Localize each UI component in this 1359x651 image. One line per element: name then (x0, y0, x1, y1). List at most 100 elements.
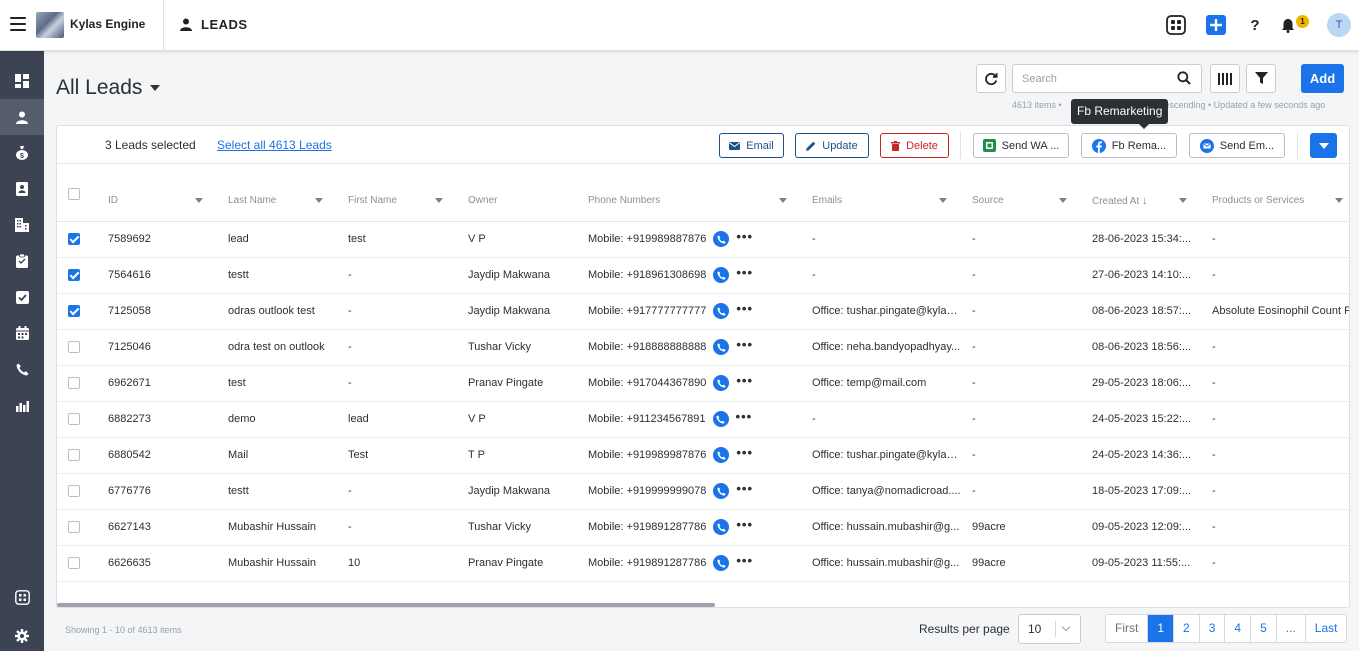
sidebar-item-calls[interactable] (0, 351, 44, 387)
call-icon[interactable] (713, 447, 730, 463)
select-all-link[interactable]: Select all 4613 Leads (217, 138, 332, 152)
table-row[interactable]: 7125058 odras outlook test - Jaydip Makwana… (57, 293, 1349, 330)
column-menu-icon[interactable] (435, 198, 443, 203)
table-row[interactable]: 7589692 lead test V P Mobile: +919989887876 •… (57, 221, 1349, 258)
row-checkbox[interactable] (68, 521, 80, 534)
apps-grid-icon[interactable] (1165, 14, 1187, 36)
sort-desc-icon[interactable]: ↓ (1142, 195, 1148, 207)
quick-add-icon[interactable] (1205, 14, 1227, 36)
call-icon[interactable] (713, 519, 730, 535)
more-options-icon[interactable]: ••• (736, 374, 753, 387)
call-icon[interactable] (713, 555, 730, 571)
column-header[interactable]: Source (961, 181, 1081, 222)
sidebar-item-checklist[interactable] (0, 279, 44, 315)
row-checkbox[interactable] (68, 377, 80, 390)
filter-button[interactable] (1246, 64, 1276, 93)
table-row[interactable]: 6626635 Mubashir Hussain 10 Pranav Pingate M… (57, 545, 1349, 582)
column-header[interactable]: Phone Numbers (577, 181, 801, 222)
column-header[interactable]: Emails (801, 181, 961, 222)
table-row[interactable]: 6962671 test - Pranav Pingate Mobile: +91704… (57, 365, 1349, 402)
fb-remarketing-button[interactable]: Fb Rema... (1081, 133, 1177, 158)
send-wa-button[interactable]: Send WA ... (973, 133, 1069, 158)
row-checkbox[interactable] (68, 413, 80, 426)
row-checkbox[interactable] (68, 305, 80, 318)
call-icon[interactable] (713, 267, 730, 283)
row-checkbox[interactable] (68, 449, 80, 462)
sidebar-item-deals[interactable]: $ (0, 135, 44, 171)
sidebar-item-contacts[interactable] (0, 171, 44, 207)
column-header[interactable]: Created At ↓ (1081, 181, 1201, 222)
row-checkbox[interactable] (68, 485, 80, 498)
call-icon[interactable] (713, 483, 730, 499)
more-options-icon[interactable]: ••• (736, 302, 753, 315)
column-menu-icon[interactable] (1059, 198, 1067, 203)
column-menu-icon[interactable] (1335, 198, 1343, 203)
delete-button[interactable]: Delete (880, 133, 949, 158)
sidebar-item-apps[interactable] (0, 579, 44, 615)
page-4[interactable]: 4 (1224, 615, 1250, 642)
user-avatar[interactable]: T (1327, 13, 1351, 37)
column-header[interactable]: ID (97, 181, 217, 222)
select-all-checkbox[interactable] (68, 187, 80, 200)
more-options-icon[interactable]: ••• (736, 410, 753, 423)
sidebar-item-leads[interactable] (0, 99, 44, 135)
column-menu-icon[interactable] (315, 198, 323, 203)
send-email-button[interactable]: Send Em... (1189, 133, 1285, 158)
email-button[interactable]: Email (719, 133, 784, 158)
sidebar-item-reports[interactable] (0, 387, 44, 423)
table-row[interactable]: 7125046 odra test on outlook - Tushar Vicky… (57, 329, 1349, 366)
more-actions-button[interactable] (1310, 133, 1337, 158)
page-last[interactable]: Last (1304, 615, 1347, 642)
column-header[interactable]: Last Name (217, 181, 337, 222)
results-per-page-select[interactable]: 10 (1018, 614, 1081, 644)
page-3[interactable]: 3 (1198, 615, 1225, 642)
page-1[interactable]: 1 (1147, 615, 1174, 642)
search-input[interactable] (1013, 65, 1163, 92)
page-first[interactable]: First (1106, 615, 1147, 642)
add-lead-button[interactable]: Add (1301, 64, 1344, 93)
more-options-icon[interactable]: ••• (736, 266, 753, 279)
column-menu-icon[interactable] (779, 198, 787, 203)
sidebar-item-settings[interactable] (0, 618, 44, 651)
row-checkbox[interactable] (68, 557, 80, 570)
sidebar-item-companies[interactable] (0, 207, 44, 243)
more-options-icon[interactable]: ••• (736, 230, 753, 243)
call-icon[interactable] (712, 411, 729, 427)
table-row[interactable]: 6627143 Mubashir Hussain - Tushar Vicky Mobi… (57, 509, 1349, 546)
columns-button[interactable] (1210, 64, 1240, 93)
table-row[interactable]: 7564616 testt - Jaydip Makwana Mobile: +9189… (57, 257, 1349, 294)
refresh-button[interactable] (976, 64, 1006, 93)
table-row[interactable]: 6882273 demo lead V P Mobile: +911234567891 •… (57, 401, 1349, 438)
column-menu-icon[interactable] (195, 198, 203, 203)
view-selector[interactable]: All Leads (56, 76, 161, 100)
more-options-icon[interactable]: ••• (736, 518, 753, 531)
more-options-icon[interactable]: ••• (736, 338, 753, 351)
help-icon[interactable]: ? (1244, 14, 1266, 36)
call-icon[interactable] (713, 339, 730, 355)
column-header[interactable]: First Name (337, 181, 457, 222)
more-options-icon[interactable]: ••• (736, 446, 753, 459)
call-icon[interactable] (713, 375, 730, 391)
row-checkbox[interactable] (68, 233, 80, 246)
sidebar-item-dashboard[interactable] (0, 63, 44, 99)
row-checkbox[interactable] (68, 341, 80, 354)
row-checkbox[interactable] (68, 269, 80, 282)
page-2[interactable]: 2 (1173, 615, 1199, 642)
notification-bell-icon[interactable] (1277, 14, 1299, 36)
update-button[interactable]: Update (795, 133, 869, 158)
table-row[interactable]: 6776776 testt - Jaydip Makwana Mobile: +9199… (57, 473, 1349, 510)
menu-icon[interactable] (10, 17, 26, 31)
column-header[interactable]: Products or Services (1201, 181, 1349, 222)
horizontal-scrollbar[interactable] (57, 603, 715, 607)
column-menu-icon[interactable] (1179, 198, 1187, 203)
search-icon[interactable] (1177, 71, 1191, 85)
call-icon[interactable] (713, 231, 730, 247)
more-options-icon[interactable]: ••• (736, 482, 753, 495)
table-row[interactable]: 6880542 Mail Test T P Mobile: +919989987876 •… (57, 437, 1349, 474)
column-menu-icon[interactable] (939, 198, 947, 203)
more-options-icon[interactable]: ••• (736, 554, 753, 567)
call-icon[interactable] (713, 303, 730, 319)
page-5[interactable]: 5 (1250, 615, 1276, 642)
sidebar-item-calendar[interactable] (0, 315, 44, 351)
column-header[interactable]: Owner (457, 181, 577, 222)
